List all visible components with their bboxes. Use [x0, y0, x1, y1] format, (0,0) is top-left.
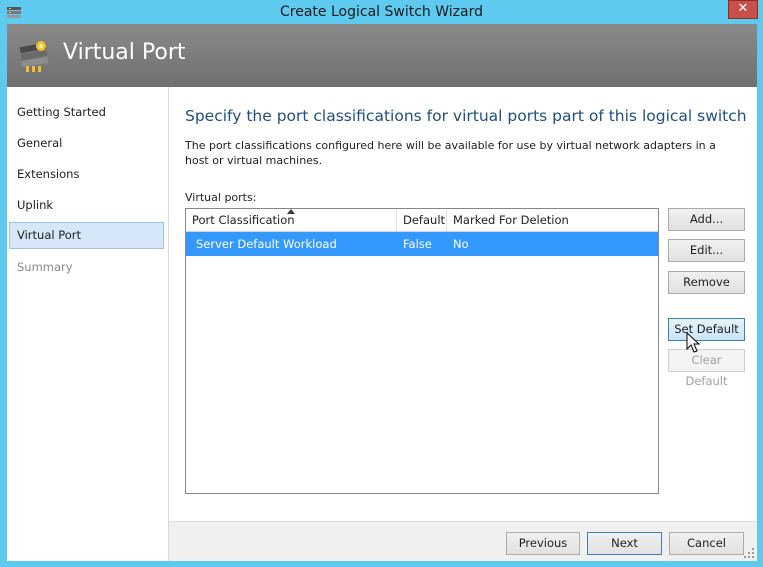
column-header-marked-for-deletion[interactable]: Marked For Deletion	[447, 209, 658, 231]
nav-step-uplink[interactable]: Uplink	[9, 192, 164, 219]
nav-step-getting-started[interactable]: Getting Started	[9, 99, 164, 126]
table-row[interactable]: Server Default Workload False No	[186, 232, 658, 256]
wizard-steps-nav: Getting Started General Extensions Uplin…	[7, 87, 169, 561]
wizard-window: Create Logical Switch Wizard ✕ Virtual P…	[0, 0, 763, 567]
page-banner: Virtual Port	[7, 24, 757, 87]
next-button[interactable]: Next	[587, 532, 662, 555]
cell-marked-for-deletion: No	[453, 237, 469, 251]
column-header-default[interactable]: Default	[397, 209, 447, 231]
column-header-port-classification[interactable]: Port Classification	[186, 209, 397, 231]
remove-button[interactable]: Remove	[668, 271, 745, 294]
edit-button[interactable]: Edit...	[668, 239, 745, 262]
virtual-port-icon	[19, 41, 49, 72]
column-header-label: Port Classification	[192, 213, 295, 227]
clear-default-button: Clear Default	[668, 349, 745, 388]
section-heading: Specify the port classifications for vir…	[185, 107, 747, 125]
close-button[interactable]: ✕	[728, 0, 758, 19]
sort-ascending-icon	[287, 209, 295, 214]
cell-port-classification: Server Default Workload	[196, 237, 337, 251]
set-default-button[interactable]: Set Default	[668, 318, 745, 341]
nav-step-general[interactable]: General	[9, 130, 164, 157]
wizard-client-area: Virtual Port Getting Started General Ext…	[7, 24, 757, 561]
mouse-pointer-icon	[686, 332, 701, 353]
cell-default: False	[403, 237, 432, 251]
nav-step-extensions[interactable]: Extensions	[9, 161, 164, 188]
resize-grip-icon[interactable]	[743, 547, 755, 559]
window-title: Create Logical Switch Wizard	[280, 4, 483, 20]
page-title: Virtual Port	[63, 40, 186, 65]
virtual-ports-label: Virtual ports:	[185, 191, 257, 204]
wizard-footer: Previous Next Cancel	[169, 521, 757, 561]
page-content: Specify the port classifications for vir…	[169, 87, 757, 521]
nav-step-virtual-port[interactable]: Virtual Port	[9, 222, 164, 249]
section-description: The port classifications configured here…	[185, 139, 716, 167]
add-button[interactable]: Add...	[668, 208, 745, 231]
title-bar[interactable]: Create Logical Switch Wizard ✕	[0, 0, 763, 24]
previous-button[interactable]: Previous	[506, 532, 580, 555]
close-icon: ✕	[737, 1, 749, 16]
cancel-button[interactable]: Cancel	[669, 532, 744, 555]
nav-step-summary: Summary	[17, 260, 73, 274]
list-header: Port Classification Default Marked For D…	[186, 209, 658, 232]
virtual-ports-list[interactable]: Port Classification Default Marked For D…	[185, 208, 659, 494]
